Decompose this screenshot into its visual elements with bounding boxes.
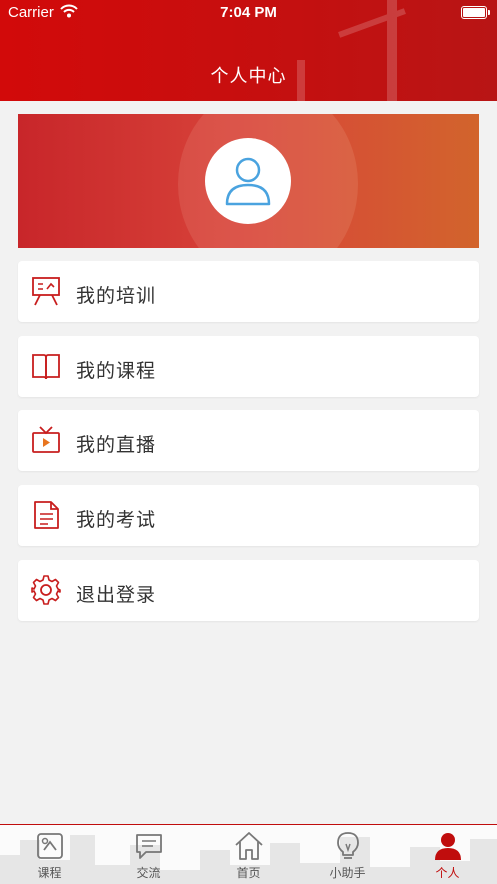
profile-banner <box>18 114 479 248</box>
menu-item-logout[interactable]: 退出登录 <box>18 560 479 621</box>
lightbulb-icon <box>337 832 359 859</box>
tab-label: 交流 <box>136 866 161 880</box>
tab-label: 小助手 <box>329 866 366 880</box>
status-bar: Carrier 7:04 PM <box>0 0 497 26</box>
tab-chat[interactable]: 交流 <box>99 825 198 884</box>
battery-icon <box>461 6 490 19</box>
chat-icon <box>136 834 162 859</box>
menu-item-my-live[interactable]: 我的直播 <box>18 410 479 471</box>
tab-assistant[interactable]: 小助手 <box>298 825 397 884</box>
tab-label: 课程 <box>37 866 62 880</box>
courses-icon <box>37 833 63 859</box>
menu-item-label: 我的培训 <box>76 285 157 307</box>
book-icon <box>32 354 60 380</box>
tab-label: 个人 <box>435 866 460 880</box>
gear-icon <box>31 575 61 605</box>
page-title: 个人中心 <box>210 66 287 87</box>
tab-home[interactable]: 首页 <box>199 825 298 884</box>
tv-live-icon <box>32 426 60 453</box>
menu-item-label: 退出登录 <box>76 584 157 606</box>
menu-item-label: 我的课程 <box>76 360 157 382</box>
menu-item-label: 我的考试 <box>76 509 157 531</box>
document-exam-icon <box>34 501 59 529</box>
person-icon <box>435 833 461 860</box>
user-avatar-icon <box>225 157 271 206</box>
avatar[interactable] <box>205 138 291 224</box>
menu-item-my-exams[interactable]: 我的考试 <box>18 485 479 546</box>
tab-profile[interactable]: 个人 <box>398 825 497 884</box>
menu-item-label: 我的直播 <box>76 434 157 456</box>
tab-courses[interactable]: 课程 <box>0 825 99 884</box>
tab-label: 首页 <box>236 866 261 880</box>
menu-item-my-courses[interactable]: 我的课程 <box>18 336 479 397</box>
app-header: Carrier 7:04 PM 个人中心 <box>0 0 497 101</box>
training-board-icon <box>32 277 60 306</box>
status-time: 7:04 PM <box>220 4 277 21</box>
tab-bar: 课程 交流 首页 小助手 个人 <box>0 824 497 884</box>
home-icon <box>235 832 263 860</box>
menu-item-my-training[interactable]: 我的培训 <box>18 261 479 322</box>
